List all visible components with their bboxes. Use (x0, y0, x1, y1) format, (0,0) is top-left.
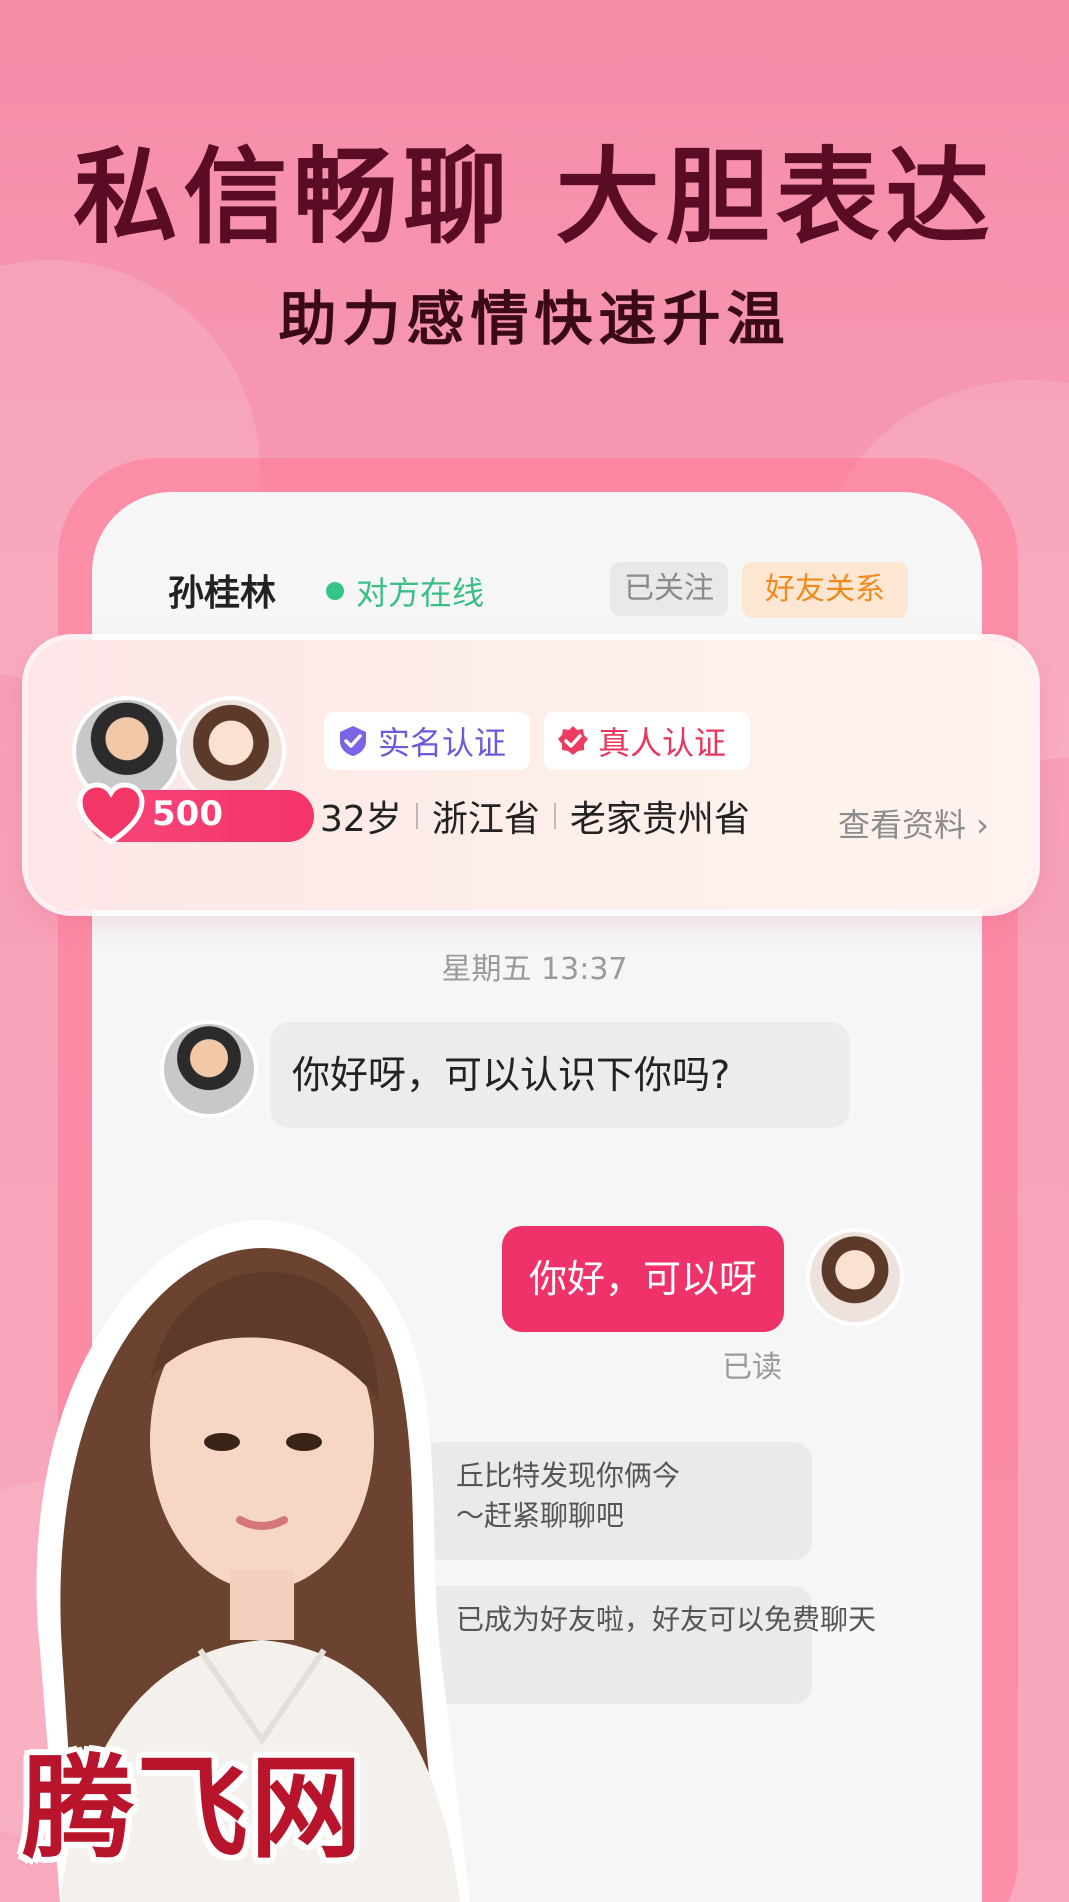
sender-avatar[interactable] (160, 1020, 258, 1118)
profile-province: 浙江省 (431, 799, 540, 840)
followed-button[interactable]: 已关注 (610, 562, 728, 616)
intimacy-value: 500 (152, 794, 223, 834)
online-dot-icon (326, 582, 344, 600)
contact-name: 孙桂林 (168, 573, 277, 614)
read-status: 已读 (722, 1350, 782, 1385)
incoming-message-bubble: 你好呀，可以认识下你吗? (270, 1022, 850, 1128)
view-profile-link[interactable]: 查看资料 › (838, 800, 989, 846)
watermark-text: 腾飞网 (22, 1743, 364, 1874)
verified-check-icon (558, 726, 588, 755)
promo-poster: 私信畅聊 大胆表达 助力感情快速升温 孙桂林 对方在线 已关注 好友关系 500… (0, 0, 1069, 1902)
divider (553, 803, 556, 829)
realperson-badge: 真人认证 (544, 712, 750, 770)
system-message-line: ～赶紧聊聊吧 (456, 1499, 625, 1532)
realname-badge-label: 实名认证 (378, 724, 507, 762)
heart-icon (77, 782, 145, 846)
online-status: 对方在线 (356, 574, 485, 612)
profile-age: 32岁 (320, 799, 402, 840)
profile-card: 500 实名认证 真人认证 32岁 浙江省 老家贵州省 查看资料 › (28, 640, 1034, 910)
shield-check-icon (340, 726, 366, 756)
my-avatar[interactable] (806, 1228, 904, 1326)
realname-badge: 实名认证 (324, 712, 530, 770)
friend-relation-button[interactable]: 好友关系 (742, 562, 908, 618)
system-message-line: 丘比特发现你俩今 (456, 1459, 681, 1492)
divider (415, 803, 418, 829)
profile-hometown: 老家贵州省 (569, 799, 750, 840)
message-timestamp: 星期五 13:37 (441, 952, 628, 987)
system-message-line: 已成为好友啦，好友可以免费聊天 (456, 1603, 877, 1636)
subheadline: 助力感情快速升温 (278, 285, 791, 353)
realperson-badge-label: 真人认证 (598, 724, 727, 762)
chat-header: 孙桂林 对方在线 已关注 好友关系 (92, 492, 982, 642)
headline: 私信畅聊 大胆表达 (73, 136, 996, 258)
profile-info: 32岁 浙江省 老家贵州省 (320, 790, 750, 842)
outgoing-message-bubble: 你好，可以呀 (502, 1226, 784, 1332)
